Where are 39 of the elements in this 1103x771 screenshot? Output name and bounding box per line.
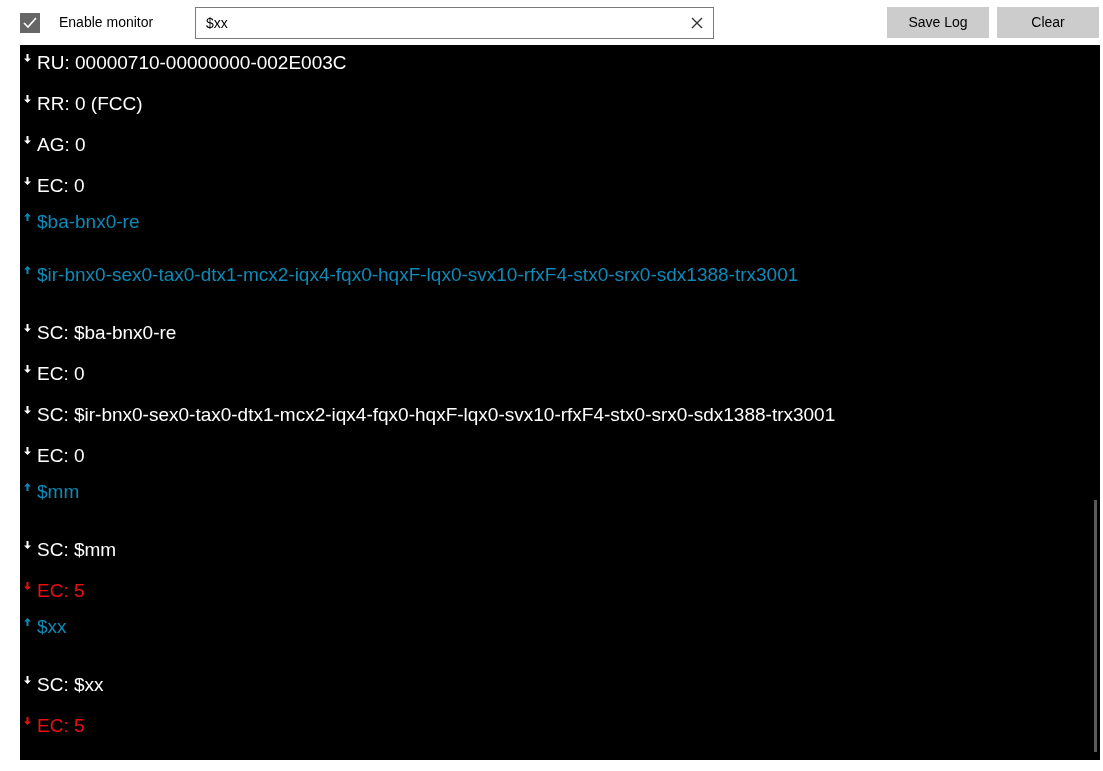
log-line: EC: 5	[37, 579, 85, 603]
down-arrow-icon	[24, 717, 31, 725]
log-line: RR: 0 (FCC)	[37, 92, 143, 116]
up-arrow-icon	[24, 213, 31, 221]
down-arrow-icon	[24, 95, 31, 103]
down-arrow-icon	[24, 406, 31, 414]
down-arrow-icon	[24, 541, 31, 549]
filter-field[interactable]: $xx	[195, 6, 714, 39]
down-arrow-icon	[24, 324, 31, 332]
log-line: $xx	[37, 615, 67, 639]
up-arrow-icon	[24, 618, 31, 626]
log-line: RU: 00000710-00000000-002E003C	[37, 51, 347, 75]
log-line: EC: 5	[37, 714, 85, 738]
log-line: SC: $mm	[37, 538, 117, 562]
down-arrow-icon	[24, 54, 31, 62]
log-line: $ba-bnx0-re	[37, 210, 140, 234]
log-line: SC: $xx	[37, 673, 104, 697]
log-line: EC: 0	[37, 444, 85, 468]
monitor-checkbox[interactable]	[20, 12, 40, 33]
up-arrow-icon	[24, 266, 31, 274]
log-line: AG: 0	[37, 133, 86, 157]
down-arrow-icon	[24, 365, 31, 373]
log-line: EC: 0	[37, 362, 85, 386]
scrollbar-thumb[interactable]	[1094, 500, 1097, 752]
log-line: SC: $ir-bnx0-sex0-tax0-dtx1-mcx2-iqx4-fqx0-hqxF-lqx0-svx10-rfxF4-stx0-srx0-sdx1388-trx3001	[37, 403, 836, 427]
log-line: $ir-bnx0-sex0-tax0-dtx1-mcx2-iqx4-fqx0-hqxF-lqx0-svx10-rfxF4-stx0-srx0-sdx1388-trx3001	[37, 263, 799, 287]
toolbar-button[interactable]: Clear	[997, 7, 1099, 38]
clear-filter-icon[interactable]	[690, 15, 704, 30]
log-line: $mm	[37, 480, 80, 504]
up-arrow-icon	[24, 483, 31, 491]
monitor-label: Enable monitor	[59, 13, 155, 32]
toolbar-button[interactable]: Save Log	[887, 7, 989, 38]
log-line: SC: $ba-bnx0-re	[37, 321, 177, 345]
down-arrow-icon	[24, 177, 31, 185]
down-arrow-icon	[24, 136, 31, 144]
down-arrow-icon	[24, 582, 31, 590]
down-arrow-icon	[24, 676, 31, 684]
down-arrow-icon	[24, 447, 31, 455]
log-line: EC: 0	[37, 174, 85, 198]
